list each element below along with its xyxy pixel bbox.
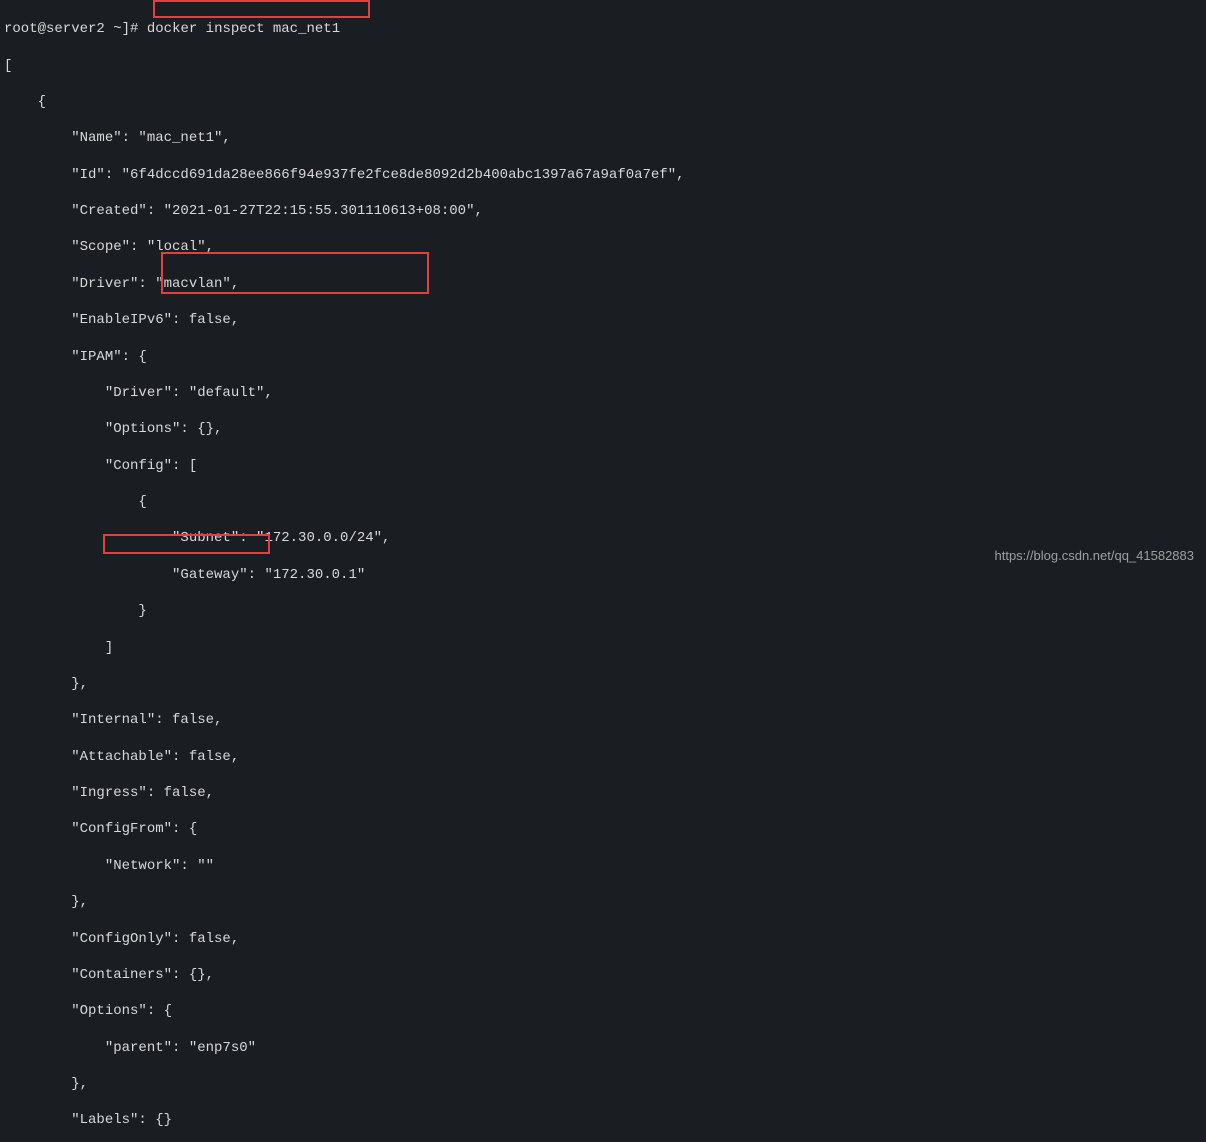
json-created: "Created": "2021-01-27T22:15:55.30111061… xyxy=(4,202,1202,220)
terminal-output[interactable]: root@server2 ~]# docker inspect mac_net1… xyxy=(0,0,1206,1142)
json-driver: "Driver": "macvlan", xyxy=(4,275,1202,293)
json-labels: "Labels": {} xyxy=(4,1111,1202,1129)
highlight-command-box xyxy=(153,0,370,18)
json-ipam-driver: "Driver": "default", xyxy=(4,384,1202,402)
json-name: "Name": "mac_net1", xyxy=(4,129,1202,147)
prompt-user-host: root@server2 xyxy=(4,21,105,37)
json-internal: "Internal": false, xyxy=(4,711,1202,729)
json-configfrom-close: }, xyxy=(4,893,1202,911)
json-ipam-config-close: ] xyxy=(4,639,1202,657)
json-ipam-close: }, xyxy=(4,675,1202,693)
json-options-open: "Options": { xyxy=(4,1002,1202,1020)
json-ipam-config-open: "Config": [ xyxy=(4,457,1202,475)
json-configonly: "ConfigOnly": false, xyxy=(4,930,1202,948)
json-gateway: "Gateway": "172.30.0.1" xyxy=(4,566,1202,584)
json-ipam-config-obj-close: } xyxy=(4,602,1202,620)
json-object-open: { xyxy=(4,93,1202,111)
command-text: docker inspect mac_net1 xyxy=(147,21,340,37)
prompt-separator: ]# xyxy=(122,21,139,37)
json-subnet: "Subnet": "172.30.0.0/24", xyxy=(4,529,1202,547)
json-configfrom-open: "ConfigFrom": { xyxy=(4,820,1202,838)
json-ingress: "Ingress": false, xyxy=(4,784,1202,802)
json-ipam-options: "Options": {}, xyxy=(4,420,1202,438)
json-configfrom-network: "Network": "" xyxy=(4,857,1202,875)
json-attachable: "Attachable": false, xyxy=(4,748,1202,766)
json-parent: "parent": "enp7s0" xyxy=(4,1039,1202,1057)
prompt-path: ~ xyxy=(113,21,121,37)
json-array-open: [ xyxy=(4,57,1202,75)
json-ipam-config-obj-open: { xyxy=(4,493,1202,511)
json-options-close: }, xyxy=(4,1075,1202,1093)
json-scope: "Scope": "local", xyxy=(4,238,1202,256)
watermark-text: https://blog.csdn.net/qq_41582883 xyxy=(995,548,1195,565)
json-id: "Id": "6f4dccd691da28ee866f94e937fe2fce8… xyxy=(4,166,1202,184)
json-ipam-open: "IPAM": { xyxy=(4,348,1202,366)
json-containers: "Containers": {}, xyxy=(4,966,1202,984)
json-enableipv6: "EnableIPv6": false, xyxy=(4,311,1202,329)
prompt-line: root@server2 ~]# docker inspect mac_net1 xyxy=(4,20,1202,38)
